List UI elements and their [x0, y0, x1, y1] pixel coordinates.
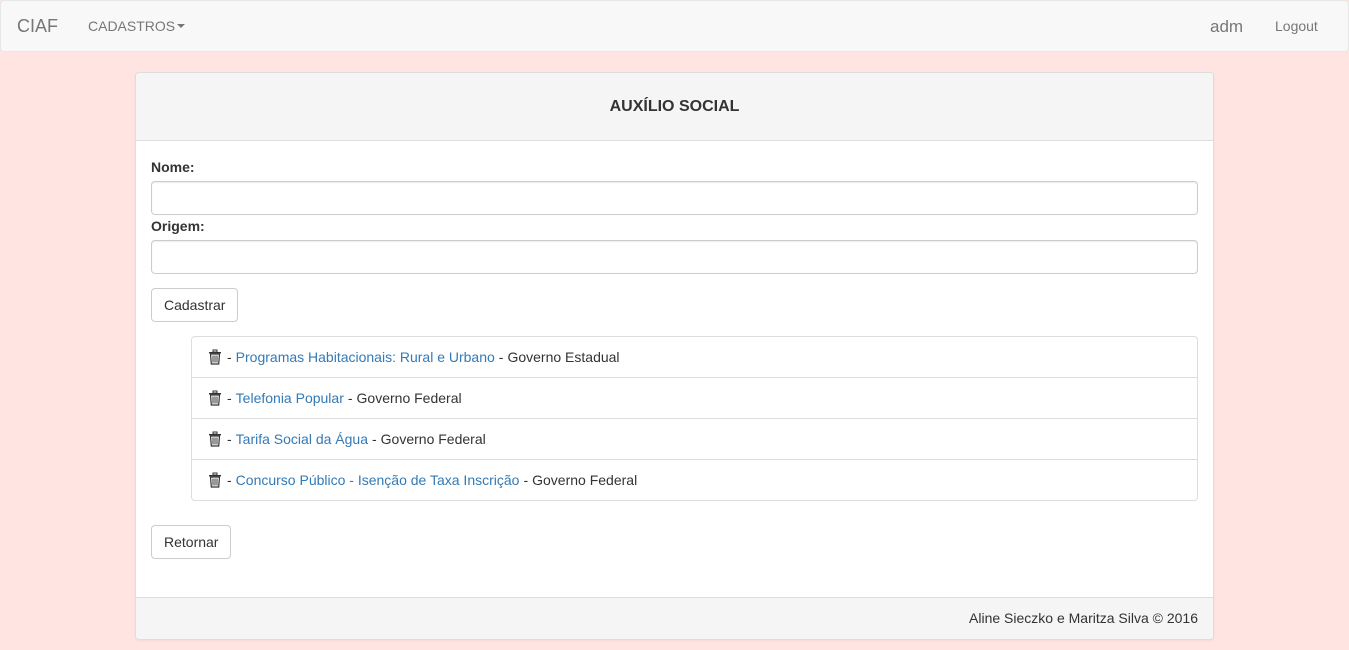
list-item: - Programas Habitacionais: Rural e Urbano…	[192, 337, 1197, 378]
separator: -	[498, 349, 504, 365]
separator: -	[227, 349, 232, 365]
item-origin: Governo Federal	[356, 390, 462, 406]
footer-credits: Aline Sieczko e Maritza Silva © 2016	[969, 610, 1198, 626]
nome-label: Nome:	[151, 159, 195, 175]
list-item: - Tarifa Social da Água - Governo Federal	[192, 419, 1197, 460]
list-item: - Telefonia Popular - Governo Federal	[192, 378, 1197, 419]
panel-heading: AUXÍLIO SOCIAL	[136, 73, 1213, 141]
nome-input[interactable]	[151, 181, 1198, 215]
item-name-link[interactable]: Concurso Público - Isenção de Taxa Inscr…	[236, 472, 520, 488]
brand-link[interactable]: CIAF	[17, 16, 58, 37]
list-item: - Concurso Público - Isenção de Taxa Insc…	[192, 460, 1197, 500]
separator: -	[347, 390, 353, 406]
separator: -	[227, 390, 232, 406]
item-origin: Governo Federal	[532, 472, 638, 488]
page-title: AUXÍLIO SOCIAL	[609, 97, 740, 115]
cadastros-dropdown-label: CADASTROS	[88, 18, 176, 34]
logout-link[interactable]: Logout	[1275, 18, 1318, 34]
cadastros-dropdown[interactable]: CADASTROS	[88, 18, 186, 34]
item-origin: Governo Federal	[380, 431, 486, 447]
user-name: adm	[1210, 17, 1244, 36]
item-origin: Governo Estadual	[507, 349, 620, 365]
item-name-link[interactable]: Programas Habitacionais: Rural e Urbano	[236, 349, 495, 365]
trash-icon[interactable]	[207, 349, 223, 365]
origem-input[interactable]	[151, 240, 1198, 274]
trash-icon[interactable]	[207, 390, 223, 406]
cadastrar-button[interactable]: Cadastrar	[151, 288, 239, 322]
separator: -	[227, 472, 232, 488]
trash-icon[interactable]	[207, 472, 223, 488]
item-name-link[interactable]: Telefonia Popular	[236, 390, 344, 406]
main-panel: AUXÍLIO SOCIAL Nome: Origem: Cadastrar -…	[135, 72, 1214, 640]
retornar-button[interactable]: Retornar	[151, 525, 232, 559]
separator: -	[227, 431, 232, 447]
auxilio-list: - Programas Habitacionais: Rural e Urbano…	[191, 336, 1198, 501]
caret-down-icon	[177, 24, 186, 28]
panel-footer: Aline Sieczko e Maritza Silva © 2016	[136, 597, 1213, 639]
navbar: CIAF CADASTROS adm Logout	[0, 0, 1349, 52]
separator: -	[371, 431, 377, 447]
trash-icon[interactable]	[207, 431, 223, 447]
origem-label: Origem:	[151, 218, 205, 234]
item-name-link[interactable]: Tarifa Social da Água	[236, 431, 368, 447]
separator: -	[523, 472, 529, 488]
